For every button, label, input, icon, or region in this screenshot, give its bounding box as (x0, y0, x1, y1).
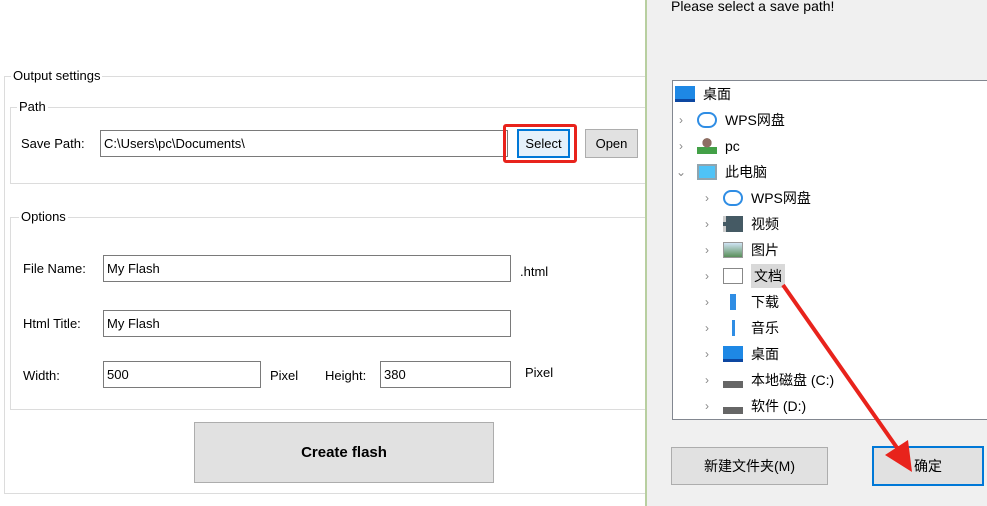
red-arrow-annotation (781, 283, 912, 472)
